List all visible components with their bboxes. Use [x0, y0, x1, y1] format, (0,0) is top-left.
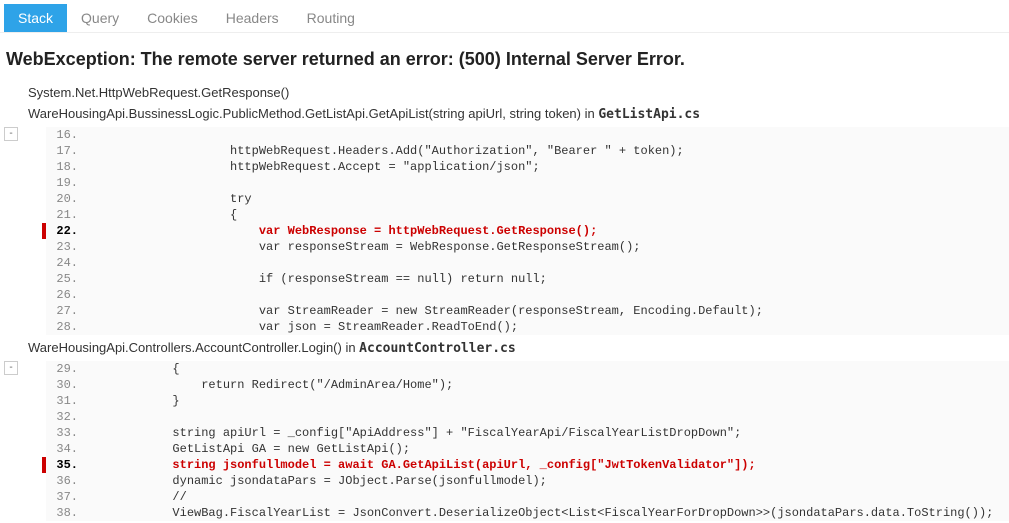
line-code: dynamic jsondataPars = JObject.Parse(jso…: [86, 473, 547, 489]
code-block: -29. {30. return Redirect("/AdminArea/Ho…: [46, 361, 1009, 521]
frame-file: AccountController.cs: [359, 341, 516, 356]
code-line: 26.: [46, 287, 1009, 303]
line-number: 22.: [46, 223, 86, 239]
stack-frames: System.Net.HttpWebRequest.GetResponse() W…: [0, 82, 1009, 521]
line-code: return Redirect("/AdminArea/Home");: [86, 377, 453, 393]
code-line: 38. ViewBag.FiscalYearList = JsonConvert…: [46, 505, 1009, 521]
line-code: //: [86, 489, 187, 505]
tab-routing[interactable]: Routing: [293, 4, 369, 32]
line-code: httpWebRequest.Accept = "application/jso…: [86, 159, 540, 175]
line-code: }: [86, 393, 180, 409]
line-number: 27.: [46, 303, 86, 319]
code-line: 34. GetListApi GA = new GetListApi();: [46, 441, 1009, 457]
code-line: 28. var json = StreamReader.ReadToEnd();: [46, 319, 1009, 335]
code-line: 35. string jsonfullmodel = await GA.GetA…: [46, 457, 1009, 473]
line-number: 18.: [46, 159, 86, 175]
code-line: 20. try: [46, 191, 1009, 207]
frame-text: WareHousingApi.BussinessLogic.PublicMeth…: [28, 106, 598, 121]
code-line: 31. }: [46, 393, 1009, 409]
frame-text: System.Net.HttpWebRequest.GetResponse(): [28, 85, 289, 100]
line-number: 37.: [46, 489, 86, 505]
line-number: 33.: [46, 425, 86, 441]
code-line: 30. return Redirect("/AdminArea/Home");: [46, 377, 1009, 393]
code-line: 18. httpWebRequest.Accept = "application…: [46, 159, 1009, 175]
line-code: ViewBag.FiscalYearList = JsonConvert.Des…: [86, 505, 993, 521]
line-number: 28.: [46, 319, 86, 335]
line-number: 25.: [46, 271, 86, 287]
tab-cookies[interactable]: Cookies: [133, 4, 212, 32]
code-line: 19.: [46, 175, 1009, 191]
line-number: 16.: [46, 127, 86, 143]
line-number: 19.: [46, 175, 86, 191]
line-number: 21.: [46, 207, 86, 223]
code-line: 24.: [46, 255, 1009, 271]
line-number: 35.: [46, 457, 86, 473]
code-line: 37. //: [46, 489, 1009, 505]
code-line: 17. httpWebRequest.Headers.Add("Authoriz…: [46, 143, 1009, 159]
line-code: {: [86, 207, 237, 223]
code-block: -16.17. httpWebRequest.Headers.Add("Auth…: [46, 127, 1009, 335]
line-code: if (responseStream == null) return null;: [86, 271, 547, 287]
frame-file: GetListApi.cs: [598, 107, 700, 122]
line-number: 38.: [46, 505, 86, 521]
tab-stack[interactable]: Stack: [4, 4, 67, 32]
line-code: string apiUrl = _config["ApiAddress"] + …: [86, 425, 741, 441]
line-code: GetListApi GA = new GetListApi();: [86, 441, 410, 457]
line-number: 34.: [46, 441, 86, 457]
stack-frame[interactable]: WareHousingApi.BussinessLogic.PublicMeth…: [0, 103, 1009, 125]
code-line: 25. if (responseStream == null) return n…: [46, 271, 1009, 287]
code-line: 22. var WebResponse = httpWebRequest.Get…: [46, 223, 1009, 239]
line-code: httpWebRequest.Headers.Add("Authorizatio…: [86, 143, 684, 159]
code-line: 29. {: [46, 361, 1009, 377]
line-number: 29.: [46, 361, 86, 377]
line-number: 20.: [46, 191, 86, 207]
line-number: 30.: [46, 377, 86, 393]
line-code: var WebResponse = httpWebRequest.GetResp…: [86, 223, 597, 239]
code-line: 27. var StreamReader = new StreamReader(…: [46, 303, 1009, 319]
code-line: 32.: [46, 409, 1009, 425]
line-code: var json = StreamReader.ReadToEnd();: [86, 319, 518, 335]
line-number: 17.: [46, 143, 86, 159]
line-number: 36.: [46, 473, 86, 489]
code-line: 36. dynamic jsondataPars = JObject.Parse…: [46, 473, 1009, 489]
line-number: 26.: [46, 287, 86, 303]
tab-headers[interactable]: Headers: [212, 4, 293, 32]
stack-frame: System.Net.HttpWebRequest.GetResponse(): [0, 82, 1009, 103]
exception-title: WebException: The remote server returned…: [0, 33, 1009, 82]
line-code: try: [86, 191, 252, 207]
collapse-button[interactable]: -: [4, 361, 18, 375]
line-code: {: [86, 361, 180, 377]
tab-bar: Stack Query Cookies Headers Routing: [0, 0, 1009, 33]
line-number: 31.: [46, 393, 86, 409]
frame-text: WareHousingApi.Controllers.AccountContro…: [28, 340, 359, 355]
code-line: 16.: [46, 127, 1009, 143]
line-number: 24.: [46, 255, 86, 271]
tab-query[interactable]: Query: [67, 4, 133, 32]
code-line: 21. {: [46, 207, 1009, 223]
collapse-button[interactable]: -: [4, 127, 18, 141]
line-code: var StreamReader = new StreamReader(resp…: [86, 303, 763, 319]
code-line: 33. string apiUrl = _config["ApiAddress"…: [46, 425, 1009, 441]
line-code: var responseStream = WebResponse.GetResp…: [86, 239, 641, 255]
stack-frame[interactable]: WareHousingApi.Controllers.AccountContro…: [0, 337, 1009, 359]
line-number: 23.: [46, 239, 86, 255]
line-number: 32.: [46, 409, 86, 425]
line-code: string jsonfullmodel = await GA.GetApiLi…: [86, 457, 756, 473]
code-line: 23. var responseStream = WebResponse.Get…: [46, 239, 1009, 255]
